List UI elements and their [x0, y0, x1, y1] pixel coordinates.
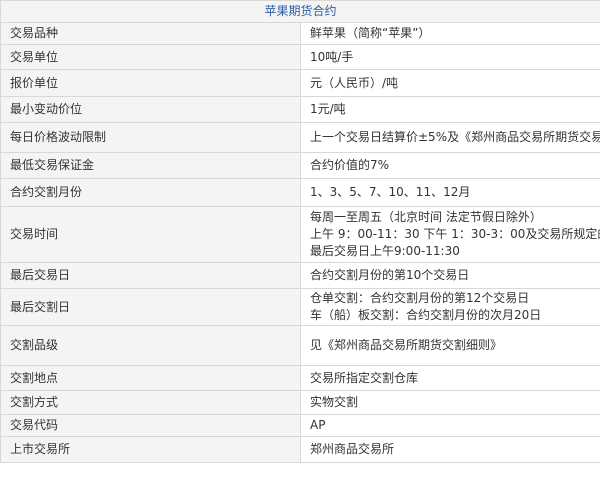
table-title: 苹果期货合约 — [0, 0, 600, 23]
value-line: AP — [310, 418, 326, 432]
value-line: 1、3、5、7、10、11、12月 — [310, 185, 471, 199]
value-line: 合约价值的7% — [310, 158, 390, 172]
table-row: 最小变动价位 1元/吨 — [0, 96, 600, 123]
value-line: 见《郑州商品交易所期货交割细则》 — [310, 338, 503, 352]
row-value: 仓单交割：合约交割月份的第12个交易日 车（船）板交割：合约交割月份的次月20日 — [300, 288, 600, 326]
row-value: AP — [300, 414, 600, 437]
value-line: 交易所指定交割仓库 — [310, 370, 419, 385]
value-line: 郑州商品交易所 — [310, 442, 395, 456]
row-value: 上一个交易日结算价±5%及《郑州商品交易所期货交易风险控制管理办法》相关规定 — [300, 122, 600, 153]
row-value: 1元/吨 — [300, 96, 600, 123]
table-row: 最后交易日 合约交割月份的第10个交易日 — [0, 262, 600, 289]
table-row: 每日价格波动限制上一个交易日结算价±5%及《郑州商品交易所期货交易风险控制管理办… — [0, 122, 600, 153]
contract-spec-page: 苹果期货合约 交易品种 鲜苹果（简称“苹果”） 交易单位 10吨/手 报价单位 元（人民币… — [0, 0, 600, 504]
table-row: 最后交割日 仓单交割：合约交割月份的第12个交易日 车（船）板交割：合约交割月份的次… — [0, 288, 600, 326]
value-line: 鲜苹果（简称“苹果”） — [310, 26, 431, 40]
row-value: 见《郑州商品交易所期货交割细则》 — [300, 325, 600, 366]
table-row: 交易单位 10吨/手 — [0, 44, 600, 70]
row-label: 最后交割日 — [0, 288, 301, 326]
value-line: 上午 9：00-11：30 下午 1：30-3：00及交易所规定的其他交易时间 — [310, 227, 600, 241]
table-row: 最低交易保证金 合约价值的7% — [0, 152, 600, 179]
value-line: 每周一至周五（北京时间 法定节假日除外） — [310, 210, 542, 224]
row-label: 合约交割月份 — [0, 178, 301, 207]
row-value: 1、3、5、7、10、11、12月 — [300, 178, 600, 207]
row-label: 交易单位 — [0, 44, 301, 70]
value-line: 上一个交易日结算价±5%及《郑州商品交易所期货交易风险控制管理办法》相关规定 — [310, 130, 600, 144]
row-value: 郑州商品交易所 — [300, 436, 600, 463]
row-value: 合约价值的7% — [300, 152, 600, 179]
row-value: 实物交割 — [300, 390, 600, 415]
row-label: 最后交易日 — [0, 262, 301, 289]
value-line: 元（人民币）/吨 — [310, 75, 399, 90]
title-row: 苹果期货合约 — [0, 0, 600, 23]
table-row: 交易品种 鲜苹果（简称“苹果”） — [0, 22, 600, 45]
row-value: 合约交割月份的第10个交易日 — [300, 262, 600, 289]
table-row: 交割地点 交易所指定交割仓库 — [0, 365, 600, 391]
value-line: 10吨/手 — [310, 49, 354, 64]
contract-spec-table: 苹果期货合约 交易品种 鲜苹果（简称“苹果”） 交易单位 10吨/手 报价单位 元（人民币… — [0, 0, 600, 463]
value-line: 仓单交割：合约交割月份的第12个交易日 — [310, 291, 530, 305]
row-label: 交割方式 — [0, 390, 301, 415]
row-value: 交易所指定交割仓库 — [300, 365, 600, 391]
row-label: 报价单位 — [0, 69, 301, 97]
row-label: 交割品级 — [0, 325, 301, 366]
table-row: 交易代码 AP — [0, 414, 600, 437]
row-value: 鲜苹果（简称“苹果”） — [300, 22, 600, 45]
row-label: 交易时间 — [0, 206, 301, 263]
row-label: 上市交易所 — [0, 436, 301, 463]
table-row: 合约交割月份 1、3、5、7、10、11、12月 — [0, 178, 600, 207]
row-label: 交易品种 — [0, 22, 301, 45]
table-row: 交割品级 见《郑州商品交易所期货交割细则》 — [0, 325, 600, 366]
table-row: 交易时间 每周一至周五（北京时间 法定节假日除外） 上午 9：00-11：30 下午… — [0, 206, 600, 263]
row-value: 10吨/手 — [300, 44, 600, 70]
value-line: 合约交割月份的第10个交易日 — [310, 268, 470, 282]
row-value: 元（人民币）/吨 — [300, 69, 600, 97]
value-line: 最后交易日上午9:00-11:30 — [310, 244, 460, 258]
row-label: 交割地点 — [0, 365, 301, 391]
row-label: 交易代码 — [0, 414, 301, 437]
table-row: 交割方式 实物交割 — [0, 390, 600, 415]
table-row: 报价单位 元（人民币）/吨 — [0, 69, 600, 97]
row-label: 最小变动价位 — [0, 96, 301, 123]
row-label: 最低交易保证金 — [0, 152, 301, 179]
value-line: 车（船）板交割：合约交割月份的次月20日 — [310, 308, 542, 322]
table-row: 上市交易所 郑州商品交易所 — [0, 436, 600, 463]
value-line: 1元/吨 — [310, 102, 346, 116]
row-label: 每日价格波动限制 — [0, 122, 301, 153]
row-value: 每周一至周五（北京时间 法定节假日除外） 上午 9：00-11：30 下午 1：3… — [300, 206, 600, 263]
value-line: 实物交割 — [310, 395, 359, 409]
